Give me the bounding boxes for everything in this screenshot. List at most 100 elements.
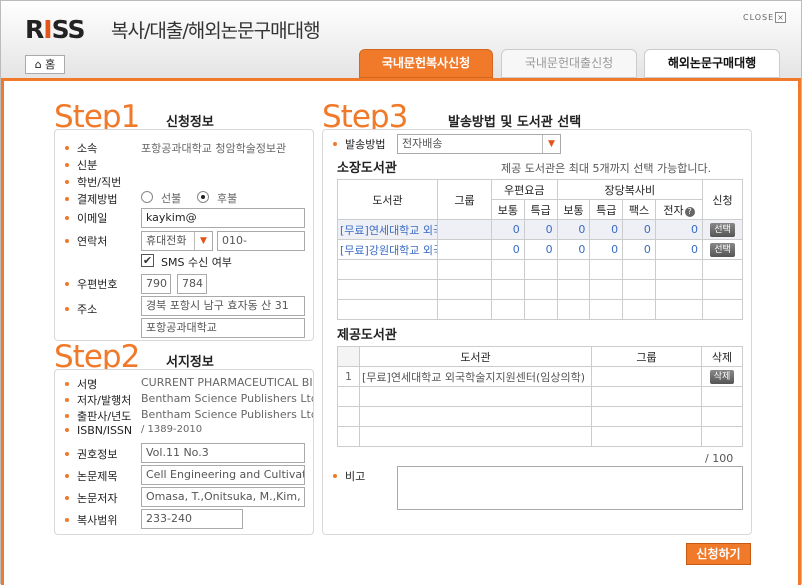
popup-window: RISS 복사/대출/해외논문구매대행 CLOSE × ⌂ 홈 국내문헌복사신청… [0, 0, 802, 585]
id-label: 학번/직번 [65, 174, 121, 190]
email-field[interactable]: kaykim@ [141, 208, 305, 228]
sms-label: SMS 수신 여부 [161, 256, 232, 269]
tab-overseas-purchase[interactable]: 해외논문구매대행 [644, 49, 780, 78]
postpaid-label: 후불 [217, 192, 238, 205]
sms-checkbox[interactable]: ✔ [141, 254, 154, 267]
col-library: 도서관 [337, 179, 438, 220]
email-label: 이메일 [65, 210, 107, 226]
col-no [337, 346, 360, 367]
table-row: 1 [무료]연세대학교 외국학술지지원센터(임상의학) 삭제 [337, 366, 743, 387]
tab-domestic-copy[interactable]: 국내문헌복사신청 [359, 49, 493, 78]
library-link[interactable]: [무료]강원대학교 외국 [337, 239, 438, 260]
copy-electronic-cell: 0 [654, 239, 704, 260]
bibliographic-info-panel: 서명 CURRENT PHARMACEUTICAL BIO 저자/발행처 Ben… [54, 369, 314, 535]
isbn-label: ISBN/ISSN [65, 424, 132, 437]
zip1-field[interactable]: 790 [141, 274, 171, 294]
author-pub-label: 저자/발행처 [65, 392, 131, 408]
postpaid-radio[interactable] [197, 191, 209, 203]
row-number: 1 [337, 366, 360, 387]
delete-cell: 삭제 [701, 366, 743, 387]
phone-field[interactable]: 010- [217, 231, 305, 251]
provider-libraries-table: 도서관 그룹 삭제 1 [무료]연세대학교 외국학술지지원센터(임상의학) 삭제 [337, 346, 743, 447]
chevron-down-icon: ▼ [194, 232, 212, 250]
empty-row [337, 259, 743, 280]
holding-note: 제공 도서관은 최대 5개까지 선택 가능합니다. [501, 162, 712, 175]
remark-limit: / 100 [705, 452, 734, 465]
help-icon[interactable]: ? [684, 206, 695, 217]
article-author-field[interactable]: Omasa, T.,Onitsuka, M.,Kim, W.- [141, 487, 305, 507]
col-postal-express: 특급 [523, 199, 558, 220]
journal-value: CURRENT PHARMACEUTICAL BIO [141, 376, 313, 389]
copy-express-cell: 0 [589, 239, 624, 260]
prepaid-radio[interactable] [141, 191, 153, 203]
col-copy-fee: 장당복사비 [556, 179, 704, 200]
table-row: [무료]강원대학교 외국 0 0 0 0 0 0 선택 [337, 239, 743, 260]
col-provider-library: 도서관 [359, 346, 592, 367]
zip-label: 우편번호 [65, 276, 117, 292]
article-title-field[interactable]: Cell Engineering and Cultivation o [141, 465, 305, 485]
provider-libraries-title: 제공도서관 [337, 328, 397, 343]
submit-button[interactable]: 신청하기 [686, 543, 751, 565]
step3-title: 발송방법 및 도서관 선택 [448, 115, 582, 130]
application-info-panel: 소속 포항공과대학교 청암학술정보관 신분 학번/직번 결제방법 선불 후불 이… [54, 129, 314, 341]
author-pub-value: Bentham Science Publishers Ltd [141, 392, 313, 405]
contact-type-select[interactable]: 휴대전화 ▼ [141, 231, 213, 251]
home-icon: ⌂ [34, 58, 42, 71]
remark-label: 비고 [333, 468, 365, 484]
riss-logo: RISS [25, 15, 85, 44]
empty-row [337, 299, 743, 320]
chevron-down-icon: ▼ [542, 135, 560, 153]
library-link[interactable]: [무료]연세대학교 외국 [337, 219, 438, 240]
copy-normal-cell: 0 [556, 239, 591, 260]
zip2-field[interactable]: 784 [177, 274, 207, 294]
pages-label: 복사범위 [65, 512, 117, 528]
postal-express-cell: 0 [523, 239, 558, 260]
home-button[interactable]: ⌂ 홈 [25, 55, 65, 74]
affiliation-value: 포항공과대학교 청암학술정보관 [141, 142, 287, 155]
affiliation-label: 소속 [65, 140, 97, 156]
payment-label: 결제방법 [65, 191, 117, 207]
address1-field[interactable]: 경북 포항시 남구 효자동 산 31 [141, 296, 305, 316]
select-library-button[interactable]: 선택 [710, 243, 735, 257]
delivery-method-select[interactable]: 전자배송 ▼ [397, 134, 561, 154]
postal-express-cell: 0 [523, 219, 558, 240]
isbn-value: / 1389-2010 [141, 424, 203, 435]
holding-libraries-title: 소장도서관 [337, 161, 397, 176]
copy-normal-cell: 0 [556, 219, 591, 240]
empty-row [337, 406, 743, 427]
empty-row [337, 386, 743, 407]
close-icon[interactable]: × [775, 12, 786, 23]
copy-electronic-cell: 0 [654, 219, 704, 240]
select-library-button[interactable]: 선택 [710, 223, 735, 237]
prepaid-label: 선불 [161, 192, 182, 205]
header: RISS 복사/대출/해외논문구매대행 CLOSE × ⌂ 홈 국내문헌복사신청… [1, 1, 801, 79]
col-provider-group: 그룹 [591, 346, 702, 367]
home-label: 홈 [45, 58, 56, 71]
address2-field[interactable]: 포항공과대학교 [141, 318, 305, 338]
col-postal: 우편요금 [491, 179, 558, 200]
journal-label: 서명 [65, 376, 97, 392]
empty-row [337, 426, 743, 447]
volume-field[interactable]: Vol.11 No.3 [141, 443, 305, 463]
address-label: 주소 [65, 301, 97, 317]
holding-libraries-table: 도서관 그룹 우편요금 장당복사비 신청 보통 특급 보통 특급 팩스 전자? … [337, 179, 743, 320]
col-copy-normal: 보통 [556, 199, 591, 220]
col-delete: 삭제 [701, 346, 743, 367]
postal-normal-cell: 0 [491, 219, 525, 240]
col-group: 그룹 [437, 179, 492, 220]
remark-textarea[interactable] [397, 466, 743, 510]
delete-library-button[interactable]: 삭제 [709, 370, 735, 384]
content-area: Step1 신청정보 소속 포항공과대학교 청암학술정보관 신분 학번/직번 결… [1, 78, 801, 585]
close-label[interactable]: CLOSE [743, 13, 774, 22]
copy-fax-cell: 0 [622, 239, 656, 260]
delivery-library-panel: 발송방법 전자배송 ▼ 소장도서관 제공 도서관은 최대 5개까지 선택 가능합니… [322, 129, 752, 535]
tab-domestic-loan[interactable]: 국내문헌대출신청 [501, 49, 637, 78]
col-copy-electronic: 전자? [654, 199, 704, 220]
window-title: 복사/대출/해외논문구매대행 [111, 20, 321, 42]
table-row: [무료]연세대학교 외국 0 0 0 0 0 0 선택 [337, 219, 743, 240]
pages-field[interactable]: 233-240 [141, 509, 243, 529]
article-title-label: 논문제목 [65, 468, 117, 484]
publisher-year-label: 출판사/년도 [65, 408, 131, 424]
step2-title: 서지정보 [166, 355, 214, 370]
select-cell: 선택 [702, 219, 743, 240]
